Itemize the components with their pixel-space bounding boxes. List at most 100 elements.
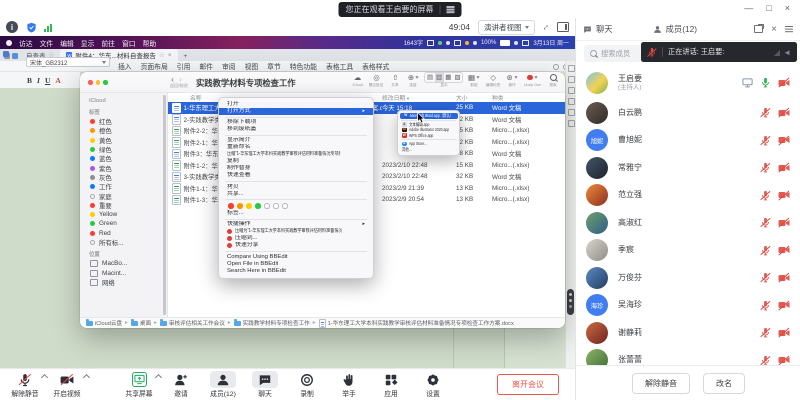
finder-tool-search[interactable]: 搜索 xyxy=(546,73,560,88)
maximize-button[interactable]: □ xyxy=(766,2,771,15)
italic-button[interactable]: I xyxy=(37,76,40,85)
ribbon-tab[interactable]: 引用 xyxy=(177,61,191,71)
underline-button[interactable]: U xyxy=(45,76,50,85)
menubar-item[interactable]: 文件 xyxy=(40,38,54,48)
toolbar-grid-button[interactable]: 应用 xyxy=(370,371,412,398)
member-row[interactable]: 张蕾蕾 xyxy=(576,347,800,367)
sidebar-item[interactable]: 橙色 xyxy=(80,126,167,135)
toast-icon[interactable]: ◢ xyxy=(774,48,780,57)
ribbon-tab[interactable]: 页面布局 xyxy=(141,61,168,71)
menubar-extra-icon[interactable] xyxy=(427,40,434,46)
menubar-extra-icon[interactable] xyxy=(454,40,461,46)
tag-color-dot[interactable] xyxy=(255,203,261,209)
wps-extra-icon[interactable] xyxy=(553,64,559,70)
menu-item[interactable]: Search Here in BBEdit xyxy=(219,268,373,275)
menubar-extra-icon[interactable] xyxy=(438,41,442,45)
popout-icon[interactable] xyxy=(754,25,763,33)
sidebar-item[interactable]: 家庭 xyxy=(80,191,167,200)
sidebar-item[interactable]: Green xyxy=(80,219,167,228)
member-row[interactable]: 范立强 xyxy=(576,182,800,210)
ribbon-tab[interactable]: 审阅 xyxy=(222,61,236,71)
close-window-icon[interactable] xyxy=(88,80,93,85)
menubar-extra-icon[interactable] xyxy=(465,41,469,45)
member-row[interactable]: 万俊芬 xyxy=(576,264,800,292)
tab-chat[interactable]: 聊天 xyxy=(583,23,613,35)
open-with-item[interactable]: WMicrosoft Word.app（默认） xyxy=(400,113,458,119)
member-row[interactable]: 海珍吴海珍 xyxy=(576,292,800,320)
finder-tool-tag[interactable]: ◇编辑标签 xyxy=(485,73,501,88)
menubar-item[interactable]: 访达 xyxy=(19,38,33,48)
menu-item[interactable]: 压缩到... xyxy=(219,235,373,242)
wps-right-tool-icon[interactable] xyxy=(568,87,575,94)
fullscreen-icon[interactable]: ↕ xyxy=(541,22,551,32)
close-tab-icon[interactable]: × xyxy=(168,52,172,59)
zoom-window-icon[interactable] xyxy=(103,80,108,85)
banner-menu-icon[interactable] xyxy=(447,6,455,7)
finder-tool-viewgroup[interactable]: ▤▥▦▧显示 xyxy=(424,73,463,88)
tag-color-dot[interactable] xyxy=(273,203,279,209)
control-center-icon[interactable] xyxy=(514,41,518,45)
tag-color-dot[interactable] xyxy=(246,203,252,209)
wps-new-tab-button[interactable]: + xyxy=(178,52,194,61)
sidebar-item[interactable]: 蓝色 xyxy=(80,154,167,163)
screen-record-icon[interactable] xyxy=(522,40,529,46)
tab-members[interactable]: 成员(12) xyxy=(653,23,697,35)
tag-color-dot[interactable] xyxy=(237,203,243,209)
menubar-item[interactable]: 前往 xyxy=(101,38,115,48)
security-shield-icon[interactable] xyxy=(25,21,37,33)
column-kind[interactable]: 种类 xyxy=(492,93,565,102)
tag-color-dot[interactable] xyxy=(282,203,288,209)
finder-tool-share[interactable]: ⇧共享 xyxy=(388,73,402,88)
sidebar-item[interactable]: 绿色 xyxy=(80,145,167,154)
ribbon-tab[interactable]: 插入 xyxy=(118,61,132,71)
meeting-info-icon[interactable]: i xyxy=(6,21,18,33)
sidebar-item[interactable]: Yellow xyxy=(80,210,167,219)
wps-right-tool-icon[interactable] xyxy=(568,120,575,127)
menu-item[interactable]: 共享... xyxy=(219,191,373,198)
sidebar-item[interactable]: 重要 xyxy=(80,201,167,210)
menubar-item[interactable]: 帮助 xyxy=(143,38,157,48)
path-item[interactable]: 审核评估相关工作会议 xyxy=(160,319,225,327)
ribbon-tab[interactable]: 邮件 xyxy=(199,61,213,71)
minimize-button[interactable]: — xyxy=(744,2,753,15)
menubar-extra-icon[interactable] xyxy=(473,41,477,45)
toolbar-hand-button[interactable]: 举手 xyxy=(328,371,370,398)
path-item[interactable]: 实践教学材料专项检查工作 xyxy=(234,319,310,327)
menu-item[interactable]: 制作替身 xyxy=(219,165,373,172)
wps-side-icon[interactable] xyxy=(3,51,9,57)
tag-color-dot[interactable] xyxy=(264,203,270,209)
member-row[interactable]: 王启要(主持人) xyxy=(576,66,800,99)
toolbar-invite-button[interactable]: 邀请 xyxy=(160,371,202,398)
menu-item[interactable]: 移到废纸篓 xyxy=(219,126,373,133)
member-row[interactable]: 常雅宁 xyxy=(576,154,800,182)
rename-button[interactable]: 改名 xyxy=(703,373,745,394)
finder-tool-group[interactable]: ▦群组 xyxy=(467,73,481,88)
member-row[interactable]: 谢静莉 xyxy=(576,319,800,347)
menubar-item[interactable]: 显示 xyxy=(81,38,95,48)
wps-right-tool-icon[interactable] xyxy=(568,65,575,72)
member-row[interactable]: 白云鹏 xyxy=(576,99,800,127)
open-with-item[interactable]: WWPS Office.app xyxy=(398,133,459,139)
column-size[interactable]: 大小 xyxy=(456,93,492,102)
open-with-item[interactable]: 其他... xyxy=(398,147,459,153)
menu-item[interactable]: 打开 xyxy=(219,101,373,108)
member-row[interactable]: 高淑红 xyxy=(576,209,800,237)
view-mode-dropdown[interactable]: 演讲者视图 xyxy=(478,20,535,35)
wps-font-select[interactable]: 宋体_GB2312 xyxy=(26,57,110,67)
panel-menu-icon[interactable] xyxy=(785,26,793,27)
sidebar-item[interactable]: 红色 xyxy=(80,117,167,126)
path-item[interactable]: 桌面 xyxy=(131,319,151,327)
menu-item[interactable]: Open File in BBEdit xyxy=(219,261,373,268)
wps-right-tool-icon[interactable] xyxy=(568,76,575,83)
menubar-extra-icon[interactable] xyxy=(446,41,450,45)
layout-icon[interactable] xyxy=(557,22,569,32)
close-button[interactable]: × xyxy=(785,2,790,15)
menu-item[interactable]: 快速查看 xyxy=(219,172,373,179)
wps-right-tool-icon[interactable] xyxy=(568,98,575,105)
menu-item[interactable]: 压缩为“1-华东理工大学本科实践教学审核评估材料准备情况专项检查工作方案.zip… xyxy=(219,228,373,235)
tag-color-dot[interactable] xyxy=(228,203,234,209)
sidebar-item[interactable]: 紫色 xyxy=(80,163,167,172)
menu-item[interactable]: Compare Using BBEdit xyxy=(219,254,373,261)
toolbar-sharescreen-button[interactable]: 共享屏幕 xyxy=(118,371,160,398)
menu-item[interactable]: 移除下载项 xyxy=(219,119,373,126)
